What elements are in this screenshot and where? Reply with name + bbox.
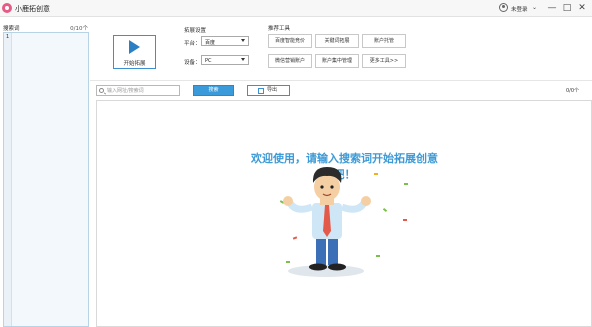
result-count: 0/0个 — [566, 88, 580, 94]
tool-wechat-marketing[interactable]: 微信营销账户 — [268, 54, 312, 68]
device-value: PC — [205, 57, 212, 64]
line-number-gutter: 1 — [4, 33, 12, 326]
start-expand-button[interactable]: 开始拓展 — [113, 35, 156, 69]
keyword-input-area[interactable]: 1 — [3, 32, 89, 327]
export-icon — [258, 87, 264, 94]
divider — [90, 80, 592, 81]
tool-baidu-bidding[interactable]: 百度智能竞价 — [268, 34, 312, 48]
sidebar-count: 0/10个 — [70, 26, 88, 32]
play-icon — [129, 40, 140, 54]
tools-title: 推荐工具 — [268, 26, 291, 32]
welcome-illustration — [279, 167, 408, 277]
dropdown-arrow-icon — [241, 39, 245, 42]
tool-account-management[interactable]: 账户集中管理 — [315, 54, 359, 68]
sidebar-title: 搜索词 — [3, 26, 20, 32]
app-title: 小鹿拓创意 — [15, 5, 50, 13]
search-icon — [99, 87, 104, 93]
user-icon[interactable] — [499, 3, 508, 12]
export-button[interactable]: 导出 — [247, 85, 290, 96]
app-logo-icon — [2, 3, 12, 13]
tool-keyword-expand[interactable]: 关键词拓展 — [315, 34, 359, 48]
platform-value: 百度 — [205, 39, 216, 46]
search-button[interactable]: 搜索 — [193, 85, 234, 96]
minimize-button[interactable]: — — [545, 1, 559, 15]
expand-settings-title: 拓展设置 — [184, 28, 207, 34]
line-number: 1 — [6, 34, 10, 40]
tool-account-hosting[interactable]: 账户托管 — [362, 34, 406, 48]
title-bar: 小鹿拓创意 未登录 ⌄ — □ ✕ — [0, 0, 592, 17]
export-label: 导出 — [267, 87, 278, 93]
search-input[interactable] — [107, 86, 179, 95]
search-box[interactable] — [96, 85, 180, 96]
maximize-button[interactable]: □ — [560, 1, 574, 15]
device-label: 设备： — [184, 60, 201, 66]
tool-more[interactable]: 更多工具>> — [362, 54, 406, 68]
start-expand-label: 开始拓展 — [123, 61, 146, 67]
close-button[interactable]: ✕ — [575, 1, 589, 15]
device-select[interactable]: PC — [201, 55, 249, 65]
chevron-down-icon[interactable]: ⌄ — [532, 4, 537, 11]
login-status[interactable]: 未登录 — [511, 5, 528, 13]
dropdown-arrow-icon — [241, 58, 245, 61]
keyword-sidebar: 搜索词 0/10个 1 — [0, 20, 89, 327]
platform-label: 平台： — [184, 41, 201, 47]
platform-select[interactable]: 百度 — [201, 36, 249, 46]
